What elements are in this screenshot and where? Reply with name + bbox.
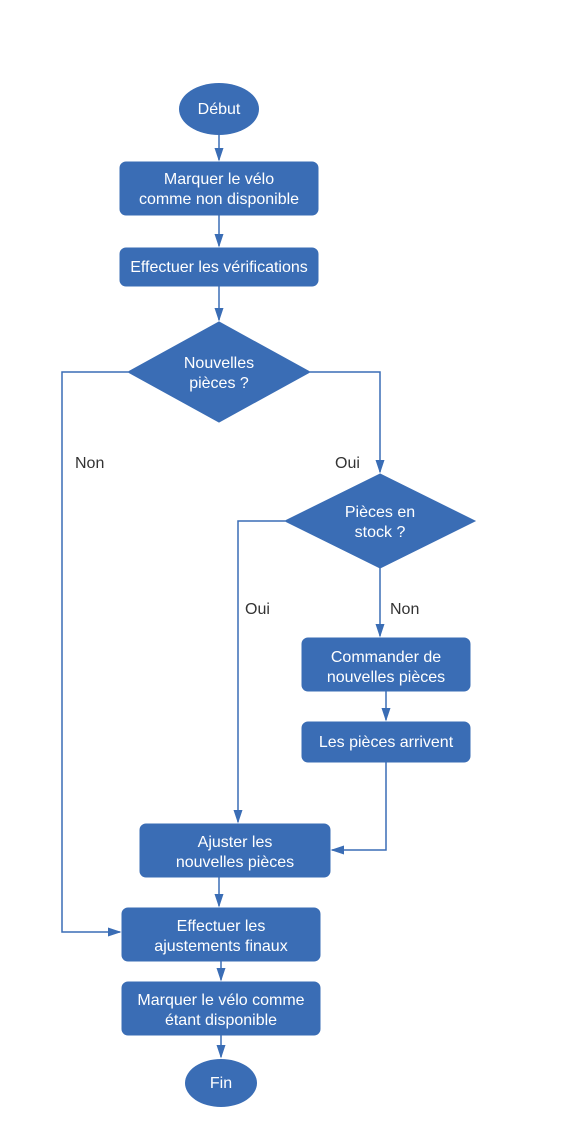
- step1-line2: comme non disponible: [139, 191, 299, 208]
- step7-line1: Marquer le vélo comme: [137, 992, 304, 1009]
- step1-line1: Marquer le vélo: [164, 171, 274, 188]
- step3-line2: nouvelles pièces: [327, 669, 445, 686]
- step2-label: Effectuer les vérifications: [130, 259, 308, 276]
- decision1-line1: Nouvelles: [184, 355, 254, 372]
- step6-line2: ajustements finaux: [154, 938, 287, 955]
- label-oui-2: Oui: [245, 601, 270, 618]
- step4-label: Les pièces arrivent: [319, 734, 454, 751]
- step7-line2: étant disponible: [165, 1012, 277, 1029]
- flowchart-diagram: Début Marquer le vélo comme non disponib…: [0, 0, 567, 1134]
- end-label: Fin: [210, 1075, 232, 1092]
- label-non-1: Non: [75, 455, 104, 472]
- label-oui-1: Oui: [335, 455, 360, 472]
- start-label: Début: [198, 101, 241, 118]
- step5-line1: Ajuster les: [198, 834, 273, 851]
- decision2-line2: stock ?: [355, 524, 406, 541]
- connector: [332, 762, 386, 850]
- step6-line1: Effectuer les: [177, 918, 266, 935]
- step3-line1: Commander de: [331, 649, 441, 666]
- step5-line2: nouvelles pièces: [176, 854, 294, 871]
- connector-oui-2: [238, 521, 285, 822]
- label-non-2: Non: [390, 601, 419, 618]
- decision2-line1: Pièces en: [345, 504, 415, 521]
- decision1-line2: pièces ?: [189, 375, 249, 392]
